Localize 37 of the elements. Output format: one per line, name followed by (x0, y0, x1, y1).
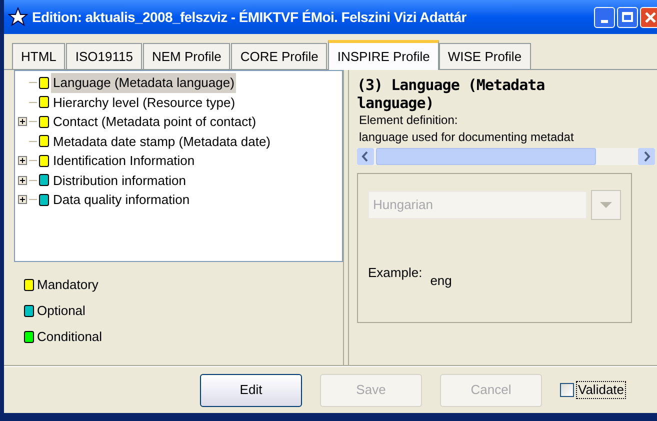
action-button[interactable]: Edit (200, 374, 302, 406)
tree-item[interactable]: Distribution information (51, 170, 188, 190)
tab[interactable]: HTML (12, 43, 66, 69)
tree-item[interactable]: Metadata date stamp (Metadata date) (51, 132, 273, 151)
tree-item[interactable]: Contact (Metadata point of contact) (51, 112, 258, 132)
legend-label: Mandatory (37, 276, 98, 294)
scroll-left-icon[interactable] (357, 148, 374, 165)
expand-icon[interactable] (18, 176, 27, 185)
window-title: Edition: aktualis_2008_felszviz - ÉMIKTVF ÉMoi. Felszini Vizi Adattár (32, 8, 466, 26)
tab[interactable]: ISO19115 (66, 43, 142, 69)
expand-icon[interactable] (18, 195, 27, 204)
star-icon (8, 7, 28, 27)
maximize-button[interactable] (617, 6, 638, 28)
tree-item[interactable]: Hierarchy level (Resource type) (51, 92, 238, 112)
close-button[interactable] (640, 6, 657, 28)
example-label: Example: (368, 264, 422, 282)
validate-checkbox[interactable] (560, 383, 574, 397)
horizontal-scrollbar[interactable] (357, 148, 655, 165)
definition-text: language used for documenting metadat (358, 129, 575, 146)
detail-heading: (3) Language (Metadata language) (357, 76, 546, 112)
tab[interactable]: NEM Profile (142, 43, 230, 69)
example-value: eng (430, 272, 452, 290)
expand-icon[interactable] (18, 156, 27, 166)
expand-icon[interactable] (18, 117, 27, 126)
tab[interactable]: WISE Profile (438, 43, 531, 69)
tree-item[interactable]: Language (Metadata language) (51, 73, 236, 92)
legend-label: Optional (37, 302, 86, 320)
legend-label: Conditional (37, 328, 102, 346)
minimize-button[interactable] (594, 6, 615, 28)
tab[interactable]: CORE Profile (231, 43, 328, 69)
tree-item[interactable]: Identification Information (51, 151, 197, 170)
close-icon (645, 12, 656, 22)
scroll-right-icon[interactable] (638, 148, 655, 165)
definition-label: Element definition: (358, 112, 459, 129)
validate-label[interactable]: Validate (576, 381, 626, 399)
tree-item[interactable]: Data quality information (51, 190, 192, 210)
tab[interactable]: INSPIRE Profile (328, 40, 439, 70)
